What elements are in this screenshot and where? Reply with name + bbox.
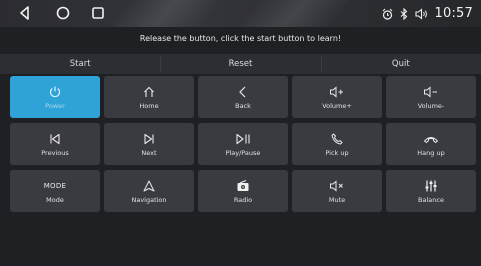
key-volume-up[interactable]: Volume+ [292, 76, 382, 118]
key-label: Back [235, 101, 251, 110]
key-mode[interactable]: MODE Mode [10, 170, 100, 212]
balance-icon [425, 180, 437, 191]
volume-up-icon [330, 85, 343, 98]
reset-button[interactable]: Reset [160, 54, 320, 74]
volume-down-icon [424, 85, 437, 98]
start-button[interactable]: Start [0, 54, 160, 74]
instruction-text: Release the button, click the start butt… [139, 34, 342, 43]
hang-up-icon [424, 136, 438, 143]
key-balance[interactable]: Balance [386, 170, 476, 212]
key-label: Balance [418, 195, 444, 204]
key-label: Next [141, 148, 157, 157]
alarm-icon [382, 8, 392, 20]
key-label: Volume+ [322, 101, 352, 110]
back-triangle-icon[interactable] [17, 5, 33, 21]
key-next[interactable]: Next [104, 123, 194, 165]
key-home[interactable]: Home [104, 76, 194, 118]
pick-up-icon [331, 133, 343, 144]
action-bar: Start Reset Quit [0, 54, 481, 74]
quit-button[interactable]: Quit [320, 54, 481, 74]
key-pick-up[interactable]: Pick up [292, 123, 382, 165]
key-back[interactable]: Back [198, 76, 288, 118]
radio-icon [237, 179, 249, 191]
power-icon [49, 86, 61, 97]
key-label: Play/Pause [225, 148, 261, 157]
bluetooth-icon [400, 7, 407, 20]
key-label: Radio [233, 195, 253, 204]
key-label: Volume- [417, 101, 445, 110]
next-icon [144, 133, 154, 144]
mute-icon [330, 179, 343, 192]
key-navigation[interactable]: Navigation [104, 170, 194, 212]
key-label: Navigation [131, 195, 167, 204]
back-icon [239, 86, 246, 97]
steering-key-grid: Power Home Back Volume+ Volume- Previous… [10, 76, 476, 212]
previous-icon [50, 133, 60, 144]
key-label: Mute [328, 195, 346, 204]
home-icon [144, 86, 154, 97]
key-mute[interactable]: Mute [292, 170, 382, 212]
home-circle-icon[interactable] [55, 5, 71, 21]
status-indicators: 10:57 [382, 4, 473, 23]
key-label: Pick up [325, 148, 349, 157]
key-radio[interactable]: Radio [198, 170, 288, 212]
key-label: Power [45, 101, 65, 110]
volume-icon [414, 7, 427, 20]
play-pause-icon [236, 133, 250, 144]
recents-square-icon[interactable] [90, 5, 106, 21]
clock: 10:57 [434, 6, 473, 21]
key-power[interactable]: Power [10, 76, 100, 118]
key-volume-down[interactable]: Volume- [386, 76, 476, 118]
key-label: Hang up [417, 148, 445, 157]
status-bar: 10:57 [0, 0, 481, 27]
key-label: Previous [41, 148, 69, 157]
key-play-pause[interactable]: Play/Pause [198, 123, 288, 165]
key-label: Mode [46, 195, 64, 204]
key-hang-up[interactable]: Hang up [386, 123, 476, 165]
key-previous[interactable]: Previous [10, 123, 100, 165]
navigation-icon [143, 180, 155, 191]
mode-icon: MODE [43, 181, 67, 190]
key-label: Home [139, 101, 159, 110]
